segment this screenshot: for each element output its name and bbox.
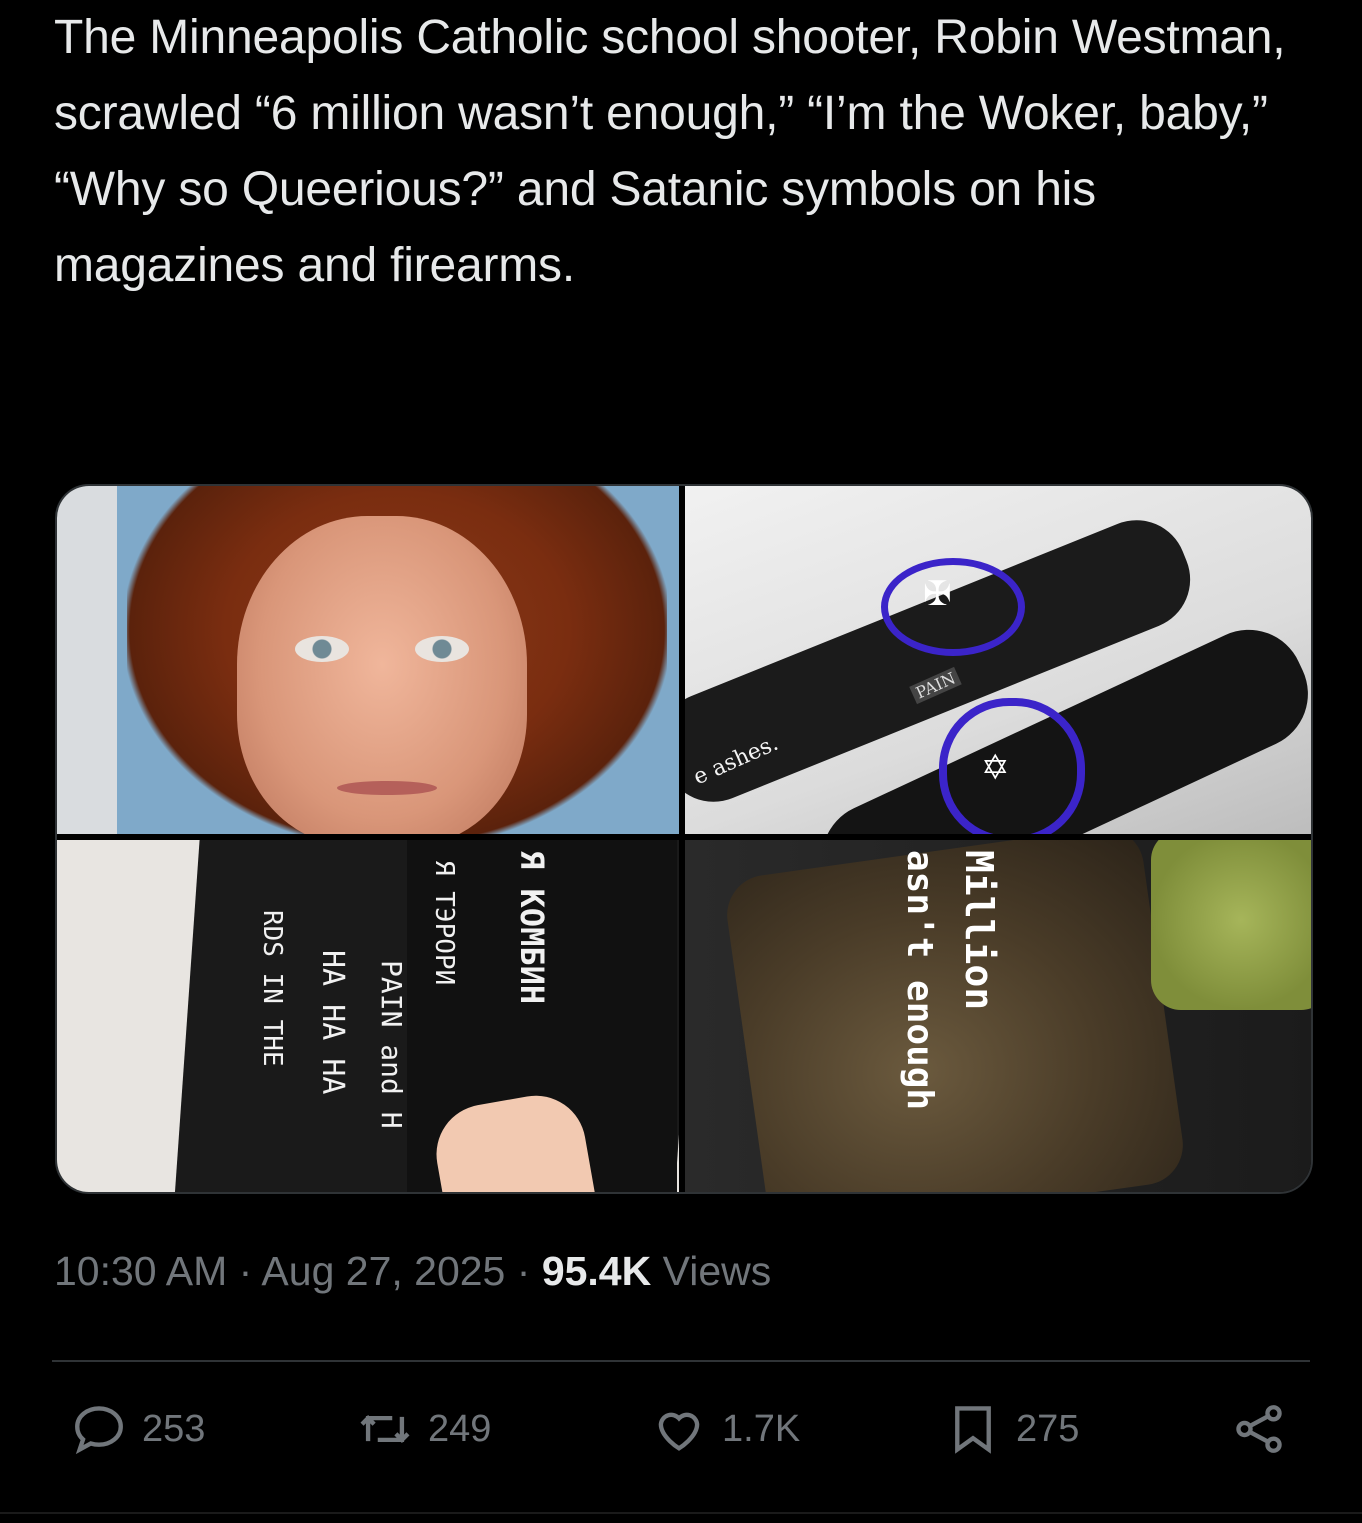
scrawl-text: Million [957, 850, 1001, 1011]
reply-button[interactable]: 253 [70, 1400, 205, 1458]
separator: · [505, 1248, 542, 1294]
symbol-mark: ✠ [923, 575, 952, 613]
media-photo-rifle[interactable]: Million asn't enough [685, 840, 1311, 1192]
retweet-icon [360, 1415, 410, 1443]
reply-count: 253 [142, 1407, 206, 1450]
retweet-count: 249 [428, 1407, 492, 1450]
like-button[interactable]: 1.7K [650, 1400, 800, 1458]
media-grid[interactable]: ✠ ✡ PAIN e ashes. RDS IN THE HA HA HA PA… [55, 484, 1313, 1194]
tweet-meta: 10:30 AM · Aug 27, 2025 · 95.4K Views [54, 1248, 771, 1295]
annotation-circle [881, 558, 1025, 656]
media-photo-suppressor[interactable]: ✠ ✡ PAIN e ashes. [685, 486, 1311, 834]
retweet-button[interactable]: 249 [356, 1400, 491, 1458]
bookmark-button[interactable]: 275 [944, 1400, 1079, 1458]
portrait-eye [295, 636, 349, 662]
green-pouch [1151, 840, 1311, 1010]
rifle-stock [721, 840, 1189, 1192]
tweet-time[interactable]: 10:30 AM [54, 1248, 227, 1294]
portrait-mouth [337, 781, 437, 795]
bookmark-icon [955, 1406, 991, 1454]
tweet-text: The Minneapolis Catholic school shooter,… [54, 11, 1286, 292]
scrawl-text: RDS IN THE [257, 910, 287, 1067]
scrawl-text: asn't enough [899, 850, 940, 1111]
separator: · [227, 1248, 262, 1294]
portrait-eye [415, 636, 469, 662]
reply-icon [75, 1406, 123, 1455]
views-label: Views [651, 1248, 772, 1294]
annotation-circle [939, 698, 1085, 834]
pentagram-icon: ✡ [981, 749, 1010, 787]
scrawl-text: Я КОМБИН [513, 850, 551, 1005]
tweet-date[interactable]: Aug 27, 2025 [261, 1248, 505, 1294]
bottom-divider [0, 1512, 1362, 1514]
scrawl-text: HA HA HA [315, 950, 350, 1095]
media-photo-portrait[interactable] [57, 486, 679, 834]
divider [52, 1360, 1310, 1362]
share-button[interactable] [1230, 1400, 1288, 1458]
scrawl-text: PAIN and H [375, 960, 408, 1129]
bookmark-count: 275 [1016, 1407, 1080, 1450]
like-count: 1.7K [722, 1407, 801, 1450]
media-photo-magazine[interactable]: RDS IN THE HA HA HA PAIN and H Я ТЭРОРИ … [57, 840, 679, 1192]
portrait-face [237, 516, 527, 834]
heart-icon [658, 1412, 700, 1451]
share-icon [1236, 1405, 1282, 1453]
views-count: 95.4K [541, 1248, 652, 1294]
action-bar: 253 249 1.7K 275 [0, 1400, 1362, 1480]
scrawl-text: Я ТЭРОРИ [429, 860, 459, 986]
